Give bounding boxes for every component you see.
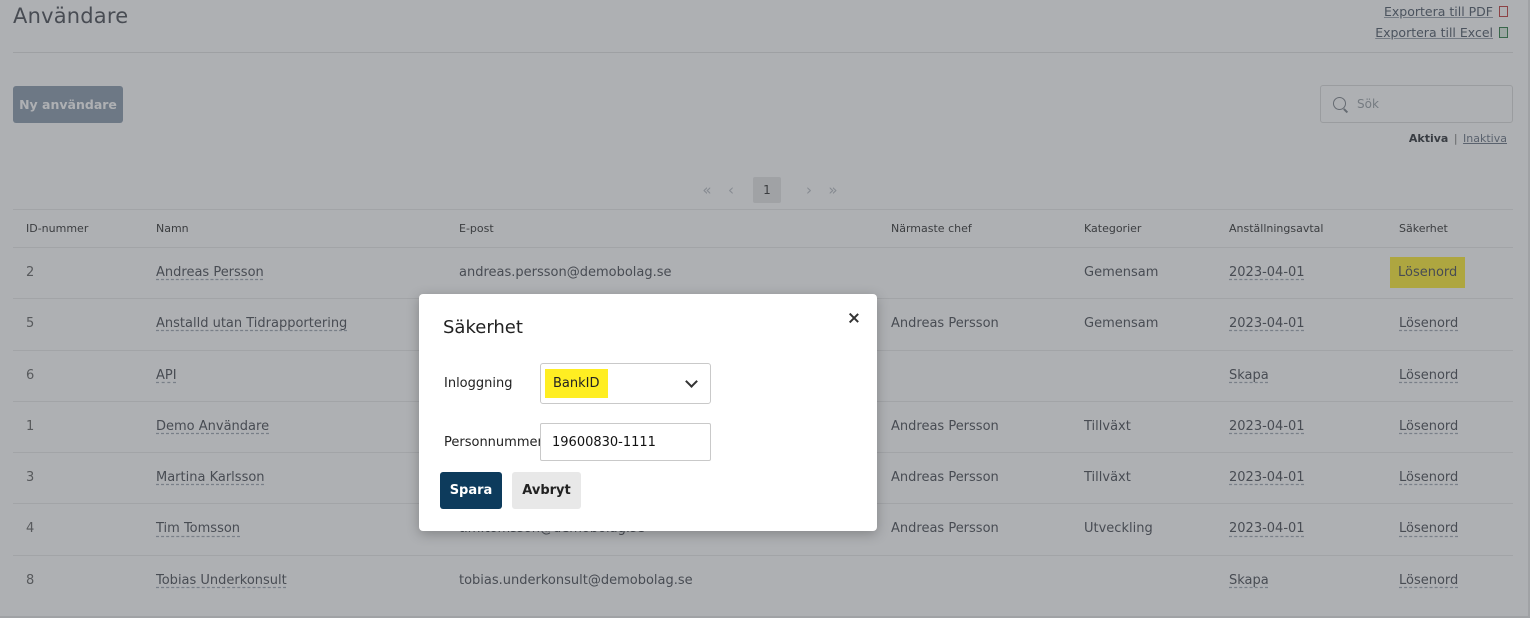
security-dialog: Säkerhet Inloggning BankID Personnummer … xyxy=(419,294,877,531)
login-method-select[interactable]: BankID xyxy=(540,363,711,404)
save-button[interactable]: Spara xyxy=(440,472,502,509)
close-icon[interactable] xyxy=(847,311,861,325)
cancel-button[interactable]: Avbryt xyxy=(512,472,581,509)
dialog-title: Säkerhet xyxy=(443,317,523,338)
personal-number-input[interactable] xyxy=(540,423,711,461)
chevron-down-icon xyxy=(685,375,698,388)
login-label: Inloggning xyxy=(444,376,513,391)
users-page: Användare Exportera till PDF Exportera t… xyxy=(0,0,1530,618)
personal-number-label: Personnummer xyxy=(444,435,543,450)
login-method-value: BankID xyxy=(545,369,608,398)
page: Användare Exportera till PDF Exportera t… xyxy=(0,0,1532,620)
